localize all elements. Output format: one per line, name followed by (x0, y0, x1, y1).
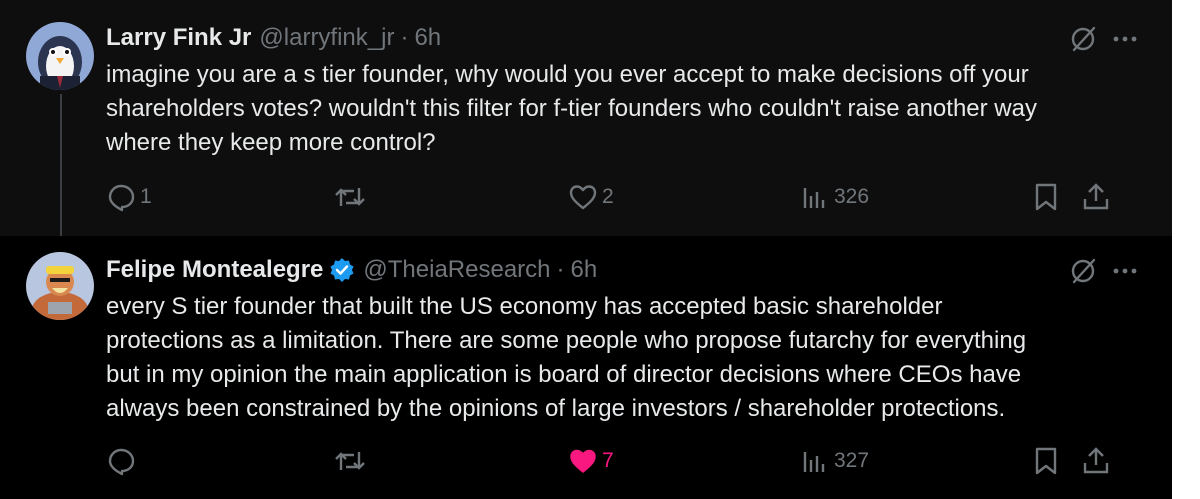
action-bar: 7 327 (0, 444, 1172, 478)
view-count: 326 (834, 185, 870, 208)
author-handle[interactable]: @TheiaResearch (363, 256, 550, 284)
tweet-text-line: imagine you are a s tier founder, why wo… (106, 61, 1029, 88)
views-icon (800, 446, 830, 476)
reply-button[interactable]: 1 (106, 180, 152, 214)
reply-icon (106, 182, 136, 212)
verified-badge-icon (329, 257, 355, 283)
tweet-text-line: shareholders votes? wouldn't this filter… (106, 95, 1037, 122)
heart-icon (568, 182, 598, 212)
bottom-edge (0, 488, 1172, 499)
action-bar: 1 2 326 (0, 180, 1172, 214)
bookmark-button[interactable] (1032, 444, 1060, 478)
tweet-text-line: protections as a limitation. There are s… (106, 327, 1027, 354)
views-icon (800, 182, 830, 212)
tweet-text-line: always been constrained by the opinions … (106, 395, 1006, 422)
grok-icon[interactable] (1068, 24, 1098, 59)
tweet-text-line: but in my opinion the main application i… (106, 361, 1022, 388)
tweet-text-line: every S tier founder that built the US e… (106, 293, 943, 320)
retweet-button[interactable] (334, 180, 370, 214)
like-button[interactable]: 2 (568, 180, 614, 214)
bookmark-button[interactable] (1032, 180, 1060, 214)
tweet-text: imagine you are a s tier founder, why wo… (106, 58, 1156, 160)
more-icon[interactable] (1112, 28, 1138, 55)
penguin-avatar-image (26, 22, 94, 90)
tweet-header: Felipe Montealegre @TheiaResearch · 6h (106, 254, 597, 286)
like-button[interactable]: 7 (568, 444, 614, 478)
views-button[interactable]: 326 (800, 180, 869, 214)
view-count: 327 (834, 449, 870, 472)
author-name[interactable]: Larry Fink Jr (106, 24, 251, 52)
separator-dot: · (556, 256, 565, 283)
timestamp[interactable]: 6h (414, 24, 441, 52)
share-button[interactable] (1082, 180, 1110, 214)
like-count: 7 (602, 449, 614, 472)
grok-icon[interactable] (1068, 256, 1098, 291)
reply-icon (106, 446, 136, 476)
share-icon (1082, 446, 1110, 476)
tweet-header: Larry Fink Jr @larryfink_jr · 6h (106, 22, 441, 54)
separator-dot: · (400, 24, 409, 51)
right-edge (1172, 0, 1200, 499)
retweet-icon (334, 446, 366, 476)
views-button[interactable]: 327 (800, 444, 869, 478)
bookmark-icon (1032, 446, 1060, 476)
thread-connector-line (60, 94, 62, 248)
avatar[interactable] (26, 22, 94, 90)
tweet-text-line: where they keep more control? (106, 129, 436, 156)
heart-filled-icon (568, 446, 598, 476)
share-button[interactable] (1082, 444, 1110, 478)
tweet-felipe-montealegre[interactable]: Felipe Montealegre @TheiaResearch · 6h e… (0, 236, 1172, 488)
like-count: 2 (602, 185, 614, 208)
retweet-button[interactable] (334, 444, 370, 478)
more-icon[interactable] (1112, 260, 1138, 287)
tweet-larry-fink[interactable]: Larry Fink Jr @larryfink_jr · 6h imagine… (0, 0, 1172, 236)
author-name[interactable]: Felipe Montealegre (106, 256, 323, 284)
avatar[interactable] (26, 252, 94, 320)
share-icon (1082, 182, 1110, 212)
reply-button[interactable] (106, 444, 140, 478)
bookmark-icon (1032, 182, 1060, 212)
retweet-icon (334, 182, 366, 212)
timestamp[interactable]: 6h (571, 256, 598, 284)
wrestler-avatar-image (26, 252, 94, 320)
author-handle[interactable]: @larryfink_jr (259, 24, 394, 52)
reply-count: 1 (140, 185, 152, 208)
tweet-text: every S tier founder that built the US e… (106, 290, 1156, 426)
